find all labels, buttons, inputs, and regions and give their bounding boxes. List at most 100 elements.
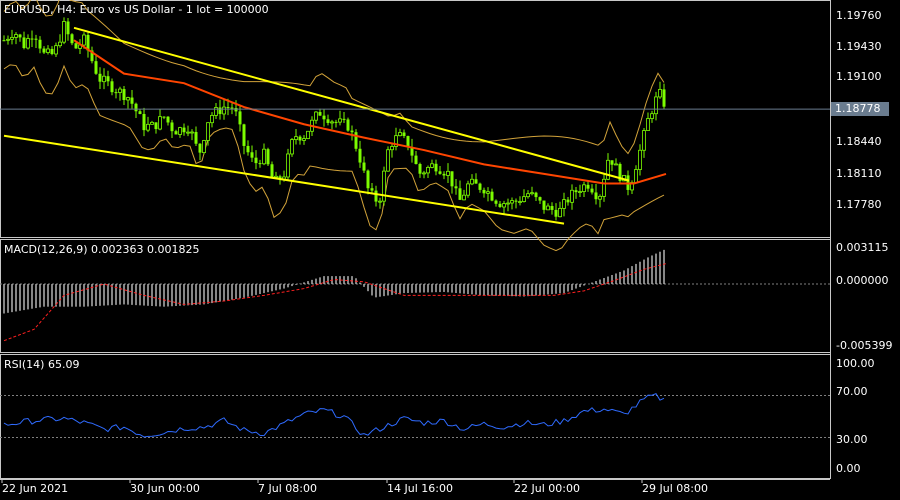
candle-body — [654, 96, 658, 115]
time-axis-label: 22 Jul 00:00 — [514, 482, 580, 495]
candle-body — [182, 127, 186, 133]
candle-body — [430, 163, 434, 168]
rsi-chart[interactable] — [0, 393, 830, 438]
candle-body — [198, 143, 202, 153]
main-pane-border — [0, 0, 831, 238]
candle-body — [370, 188, 374, 191]
candle-body — [298, 136, 302, 141]
candle-body — [222, 106, 226, 115]
candle-body — [242, 124, 246, 146]
time-axis-label: 30 Jun 00:00 — [130, 482, 200, 495]
candle-body — [122, 89, 126, 100]
candle-body — [446, 170, 450, 176]
price-axis-label: 1.18440 — [836, 135, 882, 148]
candle-body — [266, 149, 270, 165]
candle-body — [606, 159, 610, 180]
time-axis-label: 14 Jul 16:00 — [387, 482, 453, 495]
candle-body — [230, 107, 234, 109]
candle-body — [202, 140, 206, 154]
rsi-pane-title: RSI(14) 65.09 — [4, 358, 80, 371]
candle-body — [102, 75, 106, 83]
candle-body — [2, 40, 6, 42]
candle-body — [490, 191, 494, 201]
candle-body — [374, 190, 378, 202]
candle-body — [650, 113, 654, 119]
candle-body — [318, 112, 322, 116]
candle-body — [578, 191, 582, 193]
candle-body — [558, 207, 562, 218]
rsi-pane-border — [0, 354, 831, 479]
macd-chart[interactable] — [0, 249, 830, 342]
price-axis-label: 1.18110 — [836, 167, 882, 180]
candle-body — [206, 122, 210, 141]
time-axis-label: 22 Jun 2021 — [2, 482, 69, 495]
candle-body — [110, 81, 114, 93]
candle-body — [414, 155, 418, 165]
candle-body — [382, 170, 386, 202]
rsi-axis-label: 70.00 — [836, 385, 868, 398]
candle-body — [158, 116, 162, 130]
candle-body — [62, 21, 66, 43]
rsi-axis-label: 0.00 — [836, 462, 861, 475]
candle-body — [614, 163, 618, 166]
macd-axis-label: 0.000000 — [836, 274, 889, 287]
candle-body — [434, 163, 438, 172]
candle-body — [442, 173, 446, 176]
candle-body — [458, 188, 462, 200]
candle-body — [262, 148, 266, 165]
moving-average-line — [73, 39, 667, 185]
candle-body — [94, 61, 98, 74]
macd-axis-label: -0.005399 — [836, 339, 893, 352]
candle-body — [286, 153, 290, 178]
candle-body — [30, 38, 34, 40]
candle-body — [418, 164, 422, 174]
price-chart[interactable] — [0, 0, 830, 252]
candle-body — [118, 88, 122, 93]
candle-body — [526, 193, 530, 198]
candle-body — [302, 138, 306, 141]
candle-body — [390, 146, 394, 151]
candle-body — [142, 113, 146, 131]
candle-body — [566, 199, 570, 203]
candle-body — [638, 149, 642, 170]
candle-body — [386, 149, 390, 172]
candle-body — [82, 34, 86, 46]
price-axis-label: 1.17780 — [836, 198, 882, 211]
candle-body — [554, 209, 558, 217]
candle-body — [342, 118, 346, 120]
candle-body — [538, 197, 542, 201]
macd-axis-label: 0.003115 — [836, 241, 889, 254]
candle-body — [10, 36, 14, 40]
candle-body — [186, 131, 190, 134]
candle-body — [166, 116, 170, 123]
candle-body — [154, 122, 158, 130]
candle-body — [254, 157, 258, 164]
candle-body — [362, 162, 366, 171]
candle-body — [330, 121, 334, 124]
price-axis-label: 1.19430 — [836, 40, 882, 53]
candle-body — [350, 130, 354, 133]
macd-pane-border — [0, 239, 831, 353]
candle-body — [42, 48, 46, 53]
candle-body — [586, 184, 590, 189]
candle-body — [26, 38, 30, 49]
candle-body — [530, 192, 534, 195]
candle-body — [518, 201, 522, 203]
candle-body — [190, 131, 194, 134]
candle-body — [22, 37, 26, 49]
candle-body — [6, 38, 10, 41]
candle-body — [498, 203, 502, 208]
candle-body — [258, 163, 262, 165]
candle-body — [246, 145, 250, 153]
candle-body — [534, 192, 538, 198]
candle-body — [450, 171, 454, 187]
candle-body — [146, 123, 150, 131]
candle-body — [98, 73, 102, 82]
candle-body — [306, 130, 310, 139]
candle-body — [170, 122, 174, 132]
candle-body — [590, 188, 594, 193]
candle-body — [454, 186, 458, 189]
rsi-line — [3, 393, 665, 438]
candle-body — [378, 200, 382, 203]
candle-body — [602, 178, 606, 197]
